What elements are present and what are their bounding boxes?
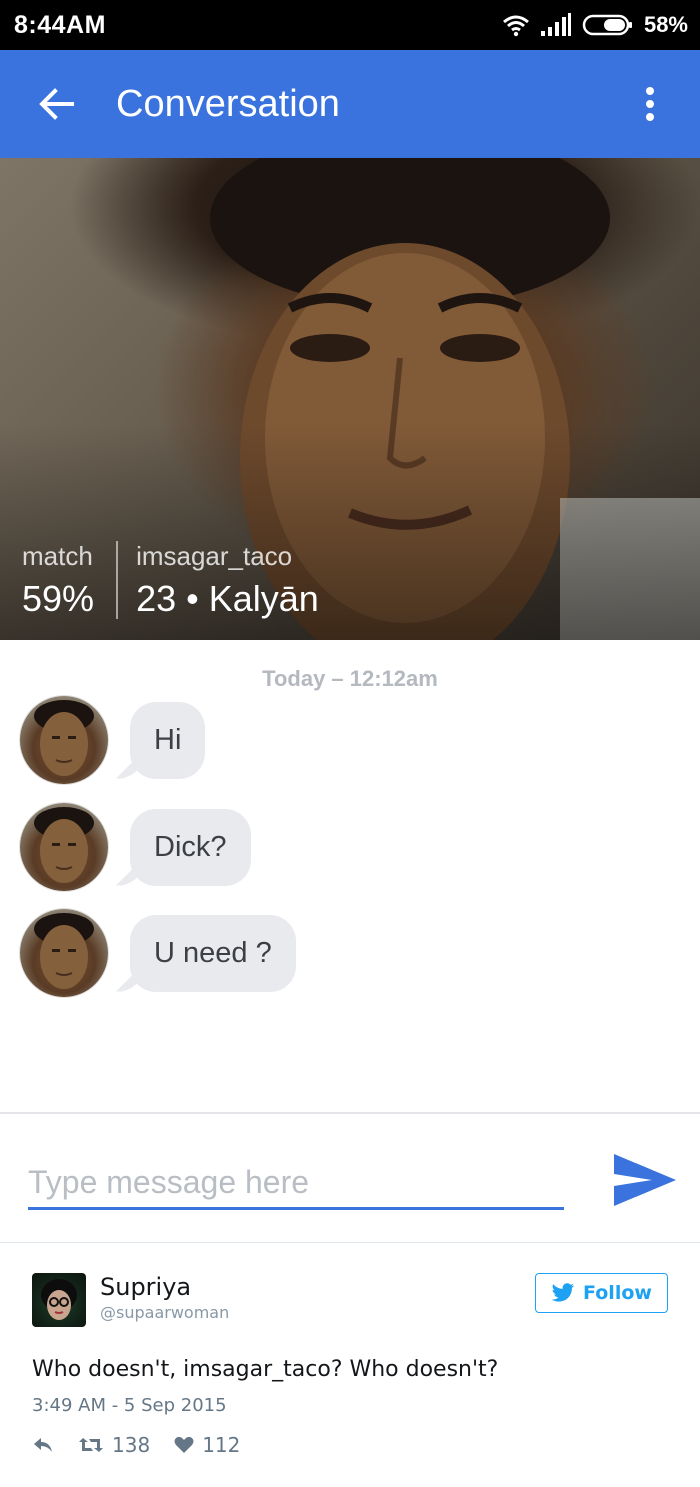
tweet-actions: 138 112 — [32, 1433, 240, 1457]
match-value: 59% — [22, 578, 95, 619]
reply-icon — [34, 1438, 52, 1452]
tweet-author-avatar[interactable] — [32, 1273, 86, 1327]
app-bar: Conversation — [0, 50, 700, 158]
message-bubble[interactable]: U need ? — [130, 914, 296, 992]
tweet-timestamp[interactable]: 3:49 AM - 5 Sep 2015 — [32, 1395, 227, 1416]
tweet-card: Supriya @supaarwoman Follow Who doesn't,… — [0, 1242, 700, 1487]
match-block: match 59% — [22, 541, 94, 620]
match-label: match — [22, 541, 93, 571]
tweet-author-handle[interactable]: @supaarwoman — [100, 1303, 229, 1322]
sender-avatar[interactable] — [20, 696, 108, 784]
send-icon — [614, 1154, 676, 1206]
reply-button[interactable] — [32, 1436, 54, 1454]
wifi-icon — [502, 15, 529, 37]
message-input[interactable] — [28, 1158, 564, 1210]
message-composer — [0, 1112, 700, 1242]
author-avatar-image — [41, 1279, 77, 1320]
user-block: imsagar_taco 23 • Kalyān — [136, 541, 319, 620]
message-bubble[interactable]: Hi — [130, 701, 206, 779]
send-button[interactable] — [612, 1150, 678, 1210]
message-bubble[interactable]: Dick? — [130, 808, 251, 886]
tweet-author-name[interactable]: Supriya — [100, 1273, 191, 1301]
retweet-icon — [79, 1438, 103, 1452]
battery-percentage: 58% — [643, 12, 688, 37]
tweet-text: Who doesn't, imsagar_taco? Who doesn't? — [32, 1357, 499, 1382]
profile-info: match 59% imsagar_taco 23 • Kalyān — [22, 541, 319, 620]
chat-area[interactable]: Today – 12:12am Hi Dick? U need ? — [0, 640, 700, 1112]
avatar-face-image — [34, 807, 94, 883]
signal-icon — [540, 13, 571, 36]
age-location: 23 • Kalyān — [136, 578, 319, 619]
sender-avatar[interactable] — [20, 909, 108, 997]
overflow-menu-button[interactable] — [630, 74, 670, 134]
follow-label: Follow — [583, 1282, 652, 1304]
like-count: 112 — [202, 1433, 241, 1457]
avatar-face-image — [34, 913, 94, 989]
more-vert-icon — [646, 87, 654, 121]
message-row: Dick? — [20, 803, 251, 891]
chat-date: Today – 12:12am — [262, 666, 438, 691]
retweet-button[interactable]: 138 — [78, 1433, 150, 1457]
message-row: Hi — [20, 696, 206, 784]
profile-photo[interactable]: match 59% imsagar_taco 23 • Kalyān — [0, 158, 700, 640]
avatar-face-image — [34, 700, 94, 776]
retweet-count: 138 — [112, 1433, 151, 1457]
twitter-bird-icon — [551, 1283, 575, 1302]
arrow-left-icon — [39, 88, 74, 120]
battery-icon — [582, 14, 632, 36]
message-row: U need ? — [20, 909, 296, 997]
follow-button[interactable]: Follow — [535, 1273, 668, 1313]
back-button[interactable] — [26, 74, 86, 134]
info-divider — [116, 541, 119, 619]
username: imsagar_taco — [136, 541, 293, 571]
status-bar: 8:44AM 58% — [0, 0, 700, 50]
heart-icon — [174, 1436, 194, 1453]
status-icons: 58% — [502, 12, 688, 38]
like-button[interactable]: 112 — [174, 1433, 240, 1457]
sender-avatar[interactable] — [20, 803, 108, 891]
status-time: 8:44AM — [14, 10, 106, 39]
page-title: Conversation — [116, 82, 340, 125]
